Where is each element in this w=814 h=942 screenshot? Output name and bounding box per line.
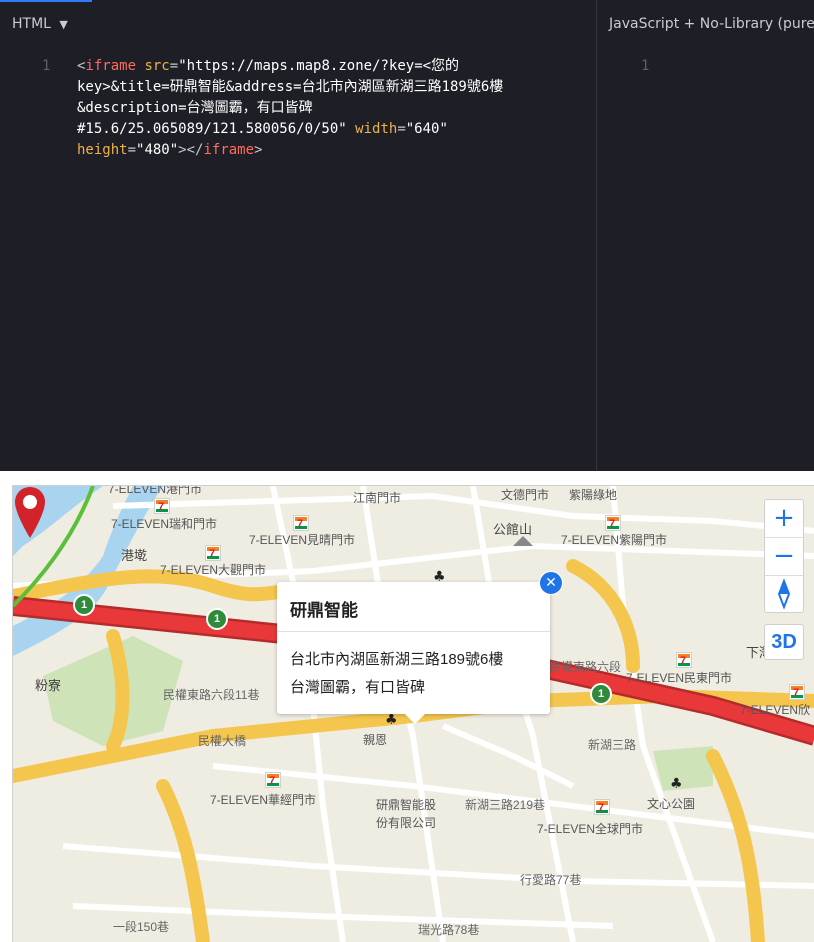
code-token: "640" <box>405 121 448 137</box>
location-pin-icon[interactable] <box>13 486 47 540</box>
html-pane: HTML ▼ 1 <iframe src="https://maps.map8.… <box>0 0 595 471</box>
code-token: iframe <box>203 142 255 158</box>
seven-eleven-icon <box>205 545 221 561</box>
map-label: 親恩 <box>363 733 388 747</box>
code-token: &description=台灣圖霸，有口皆碑 <box>77 100 313 116</box>
code-token: height <box>77 142 128 158</box>
map-label: 紫陽綠地 <box>569 488 618 502</box>
seven-eleven-icon <box>154 498 170 514</box>
map-label: 份有限公司 <box>376 816 437 830</box>
tree-icon: ♣ <box>670 776 683 792</box>
map-label: 7-ELEVEN華經門市 <box>210 793 317 807</box>
road-label: 一段150巷 <box>113 920 170 934</box>
seven-eleven-icon <box>265 772 281 788</box>
popup-address: 台北市內湖區新湖三路189號6樓 <box>290 651 504 668</box>
map-label: 7-ELEVEN民東門市 <box>626 671 733 685</box>
html-code[interactable]: <iframe src="https://maps.map8.zone/?key… <box>77 56 582 161</box>
html-pane-header[interactable]: HTML ▼ <box>0 0 68 46</box>
highway-shield: 1 <box>206 608 228 630</box>
map-label: 文心公園 <box>647 797 696 811</box>
code-token: = <box>169 58 179 74</box>
zoom-out-button[interactable]: − <box>765 538 803 575</box>
compass-button[interactable] <box>765 576 803 613</box>
seven-eleven-icon <box>594 799 610 815</box>
map-label: 7-ELEVEN欣 <box>740 703 811 717</box>
seven-eleven-icon <box>605 515 621 531</box>
map-label: 文德門市 <box>501 488 550 502</box>
road-label: 新湖三路 <box>588 738 637 752</box>
code-token: = <box>397 121 406 137</box>
code-token: src <box>144 58 170 74</box>
map-controls: + − <box>764 499 804 613</box>
road-label: 民權東路六段 <box>549 660 622 674</box>
road-label: 新湖三路219巷 <box>465 798 546 812</box>
code-token: > <box>254 142 263 158</box>
code-token: "480" <box>136 142 179 158</box>
close-icon[interactable]: ✕ <box>539 571 563 595</box>
info-popup: 研鼎智能 台北市內湖區新湖三路189號6樓 台灣圖霸，有口皆碑 <box>277 582 550 724</box>
highway-shield: 1 <box>590 683 612 705</box>
tree-icon: ♣ <box>385 712 398 728</box>
popup-divider <box>277 631 550 632</box>
three-d-button[interactable]: 3D <box>764 624 804 660</box>
zoom-in-button[interactable]: + <box>765 500 803 537</box>
map-label: 7-ELEVEN瑞和門市 <box>111 517 218 531</box>
caret-down-icon[interactable]: ▼ <box>59 18 67 31</box>
road-label: 行愛路77巷 <box>520 873 582 887</box>
js-pane-header[interactable]: JavaScript + No-Library (pure JS) <box>597 0 814 46</box>
map-label: 公館山 <box>493 522 533 537</box>
map-label: 7-ELEVEN紫陽門市 <box>561 533 668 547</box>
map-label: 7-ELEVEN見晴門市 <box>249 533 356 547</box>
popup-description: 台灣圖霸，有口皆碑 <box>290 679 426 696</box>
road-label: 瑞光路78巷 <box>418 923 480 937</box>
map-label: 港墘 <box>121 548 148 563</box>
map-label: 7-ELEVEN全球門市 <box>537 822 644 836</box>
park-area <box>653 746 713 791</box>
popup-title: 研鼎智能 <box>290 601 358 620</box>
map-label: 江南門市 <box>353 491 402 505</box>
seven-eleven-icon <box>676 652 692 668</box>
code-token: width <box>355 121 398 137</box>
map-label: 7-ELEVEN港門市 <box>108 485 203 496</box>
map-label: 研鼎智能股 <box>376 798 437 812</box>
road-label: 民權東路六段11巷 <box>163 688 260 702</box>
html-pane-title: HTML <box>12 16 51 32</box>
line-number: 1 <box>42 58 51 74</box>
seven-eleven-icon <box>789 684 805 700</box>
map-label: 粉寮 <box>35 678 62 693</box>
compass-icon <box>777 578 791 610</box>
code-token: = <box>127 142 137 158</box>
js-pane: JavaScript + No-Library (pure JS) 1 <box>596 0 814 471</box>
map-label: 7-ELEVEN大觀門市 <box>160 563 267 577</box>
line-number: 1 <box>641 58 650 74</box>
result-frame-border <box>0 471 814 485</box>
code-token: iframe <box>85 58 137 74</box>
code-token: "https://maps.map8.zone/?key=<您的 <box>178 58 460 74</box>
seven-eleven-icon <box>293 515 309 531</box>
code-token: #15.6/25.065089/121.580056/0/50" <box>77 121 347 137</box>
road-label: 民權大橋 <box>198 734 247 748</box>
code-token: ></ <box>178 142 204 158</box>
highway-shield: 1 <box>73 594 95 616</box>
code-token: key>&title=研鼎智能&address=台北市內湖區新湖三路189號6樓 <box>77 79 504 95</box>
code-editor: HTML ▼ 1 <iframe src="https://maps.map8.… <box>0 0 814 471</box>
map-view[interactable]: 7-ELEVEN港門市 江南門市 文德門市 紫陽綠地 7-ELEVEN瑞和門市 … <box>12 485 814 942</box>
